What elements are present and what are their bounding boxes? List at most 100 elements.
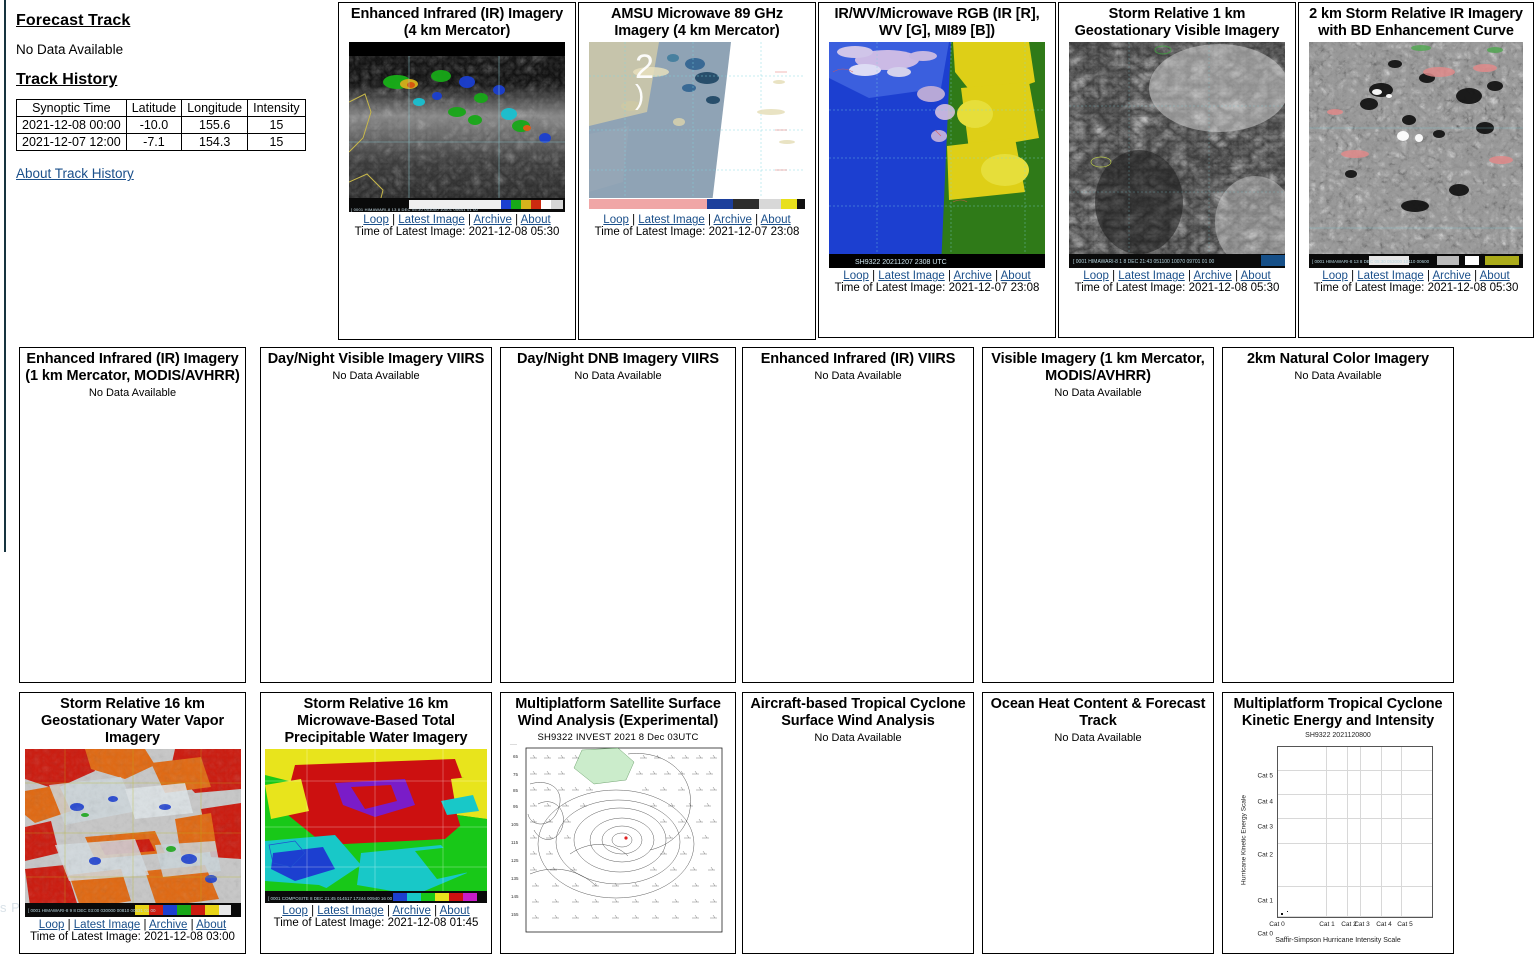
cell-synoptic-time: 2021-12-08 00:00 xyxy=(16,116,127,134)
panel-title: Storm Relative 16 km Geostationary Water… xyxy=(40,696,225,747)
gridline-v xyxy=(1359,747,1361,918)
chart-y-axis-label: Hurricane Kinetic Energy Scale xyxy=(1240,795,1248,886)
sr-visible-graphic: [ 0001 HIMAWARI-8 1 8 DEC 21:43 051100 1… xyxy=(1069,42,1285,269)
panel-title: Visible Imagery (1 km Mercator, MODIS/AV… xyxy=(991,351,1205,385)
latest-image-link[interactable]: Latest Image xyxy=(317,905,383,917)
loop-link[interactable]: Loop xyxy=(39,919,65,931)
loop-link[interactable]: Loop xyxy=(1322,270,1348,282)
gridline-v xyxy=(1347,747,1349,918)
forecast-track-heading: Forecast Track xyxy=(16,12,131,29)
archive-link[interactable]: Archive xyxy=(149,919,187,931)
archive-link[interactable]: Archive xyxy=(1433,270,1471,282)
chart-x-tick: Cat 3 xyxy=(1354,921,1370,929)
panel-timestamp: Time of Latest Image: 2021-12-07 23:08 xyxy=(594,226,800,239)
gridline-h xyxy=(1278,885,1432,887)
satellite-image-amsu-89[interactable]: 2 ) xyxy=(589,42,805,213)
svg-text:[ 0001 HIMAWARI-8 9 8 DEC 0: [ 0001 HIMAWARI-8 9 8 DEC 03:00 030000 0… xyxy=(28,908,156,913)
cell-intensity: 15 xyxy=(247,116,306,134)
panel-title: Storm Relative 1 km Geostationary Visibl… xyxy=(1074,6,1280,40)
svg-text:65: 65 xyxy=(513,754,519,759)
panel-title: Day/Night Visible Imagery VIIRS xyxy=(267,351,485,367)
amsu-89-graphic: 2 ) xyxy=(589,42,805,213)
latest-image-link[interactable]: Latest Image xyxy=(398,214,464,226)
gridline-h xyxy=(1278,916,1432,918)
chart-x-axis-label: Saffir-Simpson Hurricane Intensity Scale xyxy=(1275,937,1401,945)
panel-enhanced-ir-4km: Enhanced Infrared (IR) Imagery (4 km Mer… xyxy=(338,2,576,340)
panel-ir-wv-microwave-rgb: IR/WV/Microwave RGB (IR [R], WV [G], MI8… xyxy=(818,2,1056,338)
satellite-image-sr-visible[interactable]: [ 0001 HIMAWARI-8 1 8 DEC 21:43 051100 1… xyxy=(1069,42,1285,269)
chart-y-tick: Cat 2 xyxy=(1257,851,1273,859)
page-root: s Pie... Forecast Track No Data Availabl… xyxy=(0,0,1535,954)
panel-timestamp: Time of Latest Image: 2021-12-07 23:08 xyxy=(834,282,1040,295)
about-link[interactable]: About xyxy=(1241,270,1271,282)
svg-text:[ 0001 HIMAWARI-8 13 8 DEC: [ 0001 HIMAWARI-8 13 8 DEC 05:30 053000 … xyxy=(1312,259,1430,264)
about-link[interactable]: About xyxy=(196,919,226,931)
satellite-image-rgb[interactable]: SH9322 20211207 2308 UTC xyxy=(829,42,1045,269)
cell-longitude: 155.6 xyxy=(181,116,249,134)
archive-link[interactable]: Archive xyxy=(393,905,431,917)
panel-links: Loop | Latest Image | Archive | About xyxy=(282,905,470,918)
panel-links: Loop | Latest Image | Archive | About xyxy=(603,214,791,227)
panel-title: Ocean Heat Content & Forecast Track xyxy=(990,696,1206,730)
sr-wv-graphic: [ 0001 HIMAWARI-8 9 8 DEC 03:00 030000 0… xyxy=(24,749,241,918)
panel-links: Loop | Latest Image | Archive | About xyxy=(843,270,1031,283)
archive-link[interactable]: Archive xyxy=(954,270,992,282)
image-embedded-text: [ 0001 HIMAWARI-8 13 8 DEC 05:30 053000 … xyxy=(351,207,478,213)
chart-y-tick: Cat 5 xyxy=(1257,772,1273,780)
satellite-image-sr-ir-2km[interactable]: [ 0001 HIMAWARI-8 13 8 DEC 05:30 053000 … xyxy=(1309,42,1523,269)
loop-link[interactable]: Loop xyxy=(363,214,389,226)
panel-title: Day/Night DNB Imagery VIIRS xyxy=(517,351,719,367)
archive-link[interactable]: Archive xyxy=(1194,270,1232,282)
panel-timestamp: Time of Latest Image: 2021-12-08 01:45 xyxy=(273,917,479,930)
kinetic-energy-chart[interactable]: SH9322 2021120800 Hurricane Kinetic Ener… xyxy=(1231,732,1445,948)
about-link[interactable]: About xyxy=(761,214,791,226)
loop-link[interactable]: Loop xyxy=(603,214,629,226)
panel-subtitle: SH9322 INVEST 2021 8 Dec 03UTC xyxy=(537,732,699,744)
panel-kinetic-energy-intensity: Multiplatform Tropical Cyclone Kinetic E… xyxy=(1222,692,1454,954)
panel-status: No Data Available xyxy=(814,732,902,745)
about-track-history-link[interactable]: About Track History xyxy=(16,166,134,181)
svg-text:75: 75 xyxy=(513,772,519,777)
satellite-image-sr-tpw[interactable]: [ 0001 COMPOSITE 8 DEC 21:45 014517 1724… xyxy=(265,749,487,904)
panel-timestamp: Time of Latest Image: 2021-12-08 05:30 xyxy=(1074,282,1280,295)
about-link[interactable]: About xyxy=(440,905,470,917)
about-link[interactable]: About xyxy=(1480,270,1510,282)
archive-link[interactable]: Archive xyxy=(474,214,512,226)
column-header-latitude: Latitude xyxy=(125,99,183,117)
panel-visible-1km-modis: Visible Imagery (1 km Mercator, MODIS/AV… xyxy=(982,347,1214,683)
cell-synoptic-time: 2021-12-07 12:00 xyxy=(16,133,127,151)
archive-link[interactable]: Archive xyxy=(714,214,752,226)
panel-links: Loop | Latest Image | Archive | About xyxy=(38,919,227,932)
panel-storm-relative-tpw-16km: Storm Relative 16 km Microwave-Based Tot… xyxy=(260,692,492,954)
satellite-image-ir-4km[interactable]: [ 0001 HIMAWARI-8 13 8 DEC 05:30 053000 … xyxy=(349,42,565,213)
latest-image-link[interactable]: Latest Image xyxy=(638,214,704,226)
panel-title: Storm Relative 16 km Microwave-Based Tot… xyxy=(284,696,468,747)
chart-x-tick: Cat 4 xyxy=(1376,921,1392,929)
chart-subtitle: SH9322 2021120800 xyxy=(1305,732,1371,740)
latest-image-link[interactable]: Latest Image xyxy=(1118,270,1184,282)
chart-data-point xyxy=(1287,911,1288,913)
satellite-image-sr-wv[interactable]: [ 0001 HIMAWARI-8 9 8 DEC 03:00 030000 0… xyxy=(24,749,241,918)
about-link[interactable]: About xyxy=(521,214,551,226)
about-link[interactable]: About xyxy=(1001,270,1031,282)
sr-ir-2km-graphic: [ 0001 HIMAWARI-8 13 8 DEC 05:30 053000 … xyxy=(1309,42,1523,269)
track-history-heading: Track History xyxy=(16,71,118,88)
panel-status: No Data Available xyxy=(1294,370,1382,383)
column-header-intensity: Intensity xyxy=(247,99,306,117)
loop-link[interactable]: Loop xyxy=(843,270,869,282)
panel-ocean-heat-content: Ocean Heat Content & Forecast Track No D… xyxy=(982,692,1214,954)
panel-storm-relative-visible-1km: Storm Relative 1 km Geostationary Visibl… xyxy=(1058,2,1296,338)
wind-analysis-image[interactable]: 65 75 85 95 105 115 125 135 145 155 xyxy=(510,744,726,935)
svg-text:[ 0001 HIMAWARI-8 1 8 DEC: [ 0001 HIMAWARI-8 1 8 DEC 21:43 051100 1… xyxy=(1073,259,1215,265)
loop-link[interactable]: Loop xyxy=(1083,270,1109,282)
panel-title: IR/WV/Microwave RGB (IR [R], WV [G], MI8… xyxy=(834,6,1040,40)
svg-text:145: 145 xyxy=(511,894,519,899)
table-row: 2021-12-07 12:00 -7.1 154.3 15 xyxy=(16,133,306,151)
gridline-h xyxy=(1278,843,1432,845)
latest-image-link[interactable]: Latest Image xyxy=(878,270,944,282)
chart-x-tick: Cat 5 xyxy=(1397,921,1413,929)
latest-image-link[interactable]: Latest Image xyxy=(1357,270,1423,282)
panel-title: Enhanced Infrared (IR) VIIRS xyxy=(760,351,956,367)
loop-link[interactable]: Loop xyxy=(282,905,308,917)
latest-image-link[interactable]: Latest Image xyxy=(74,919,140,931)
